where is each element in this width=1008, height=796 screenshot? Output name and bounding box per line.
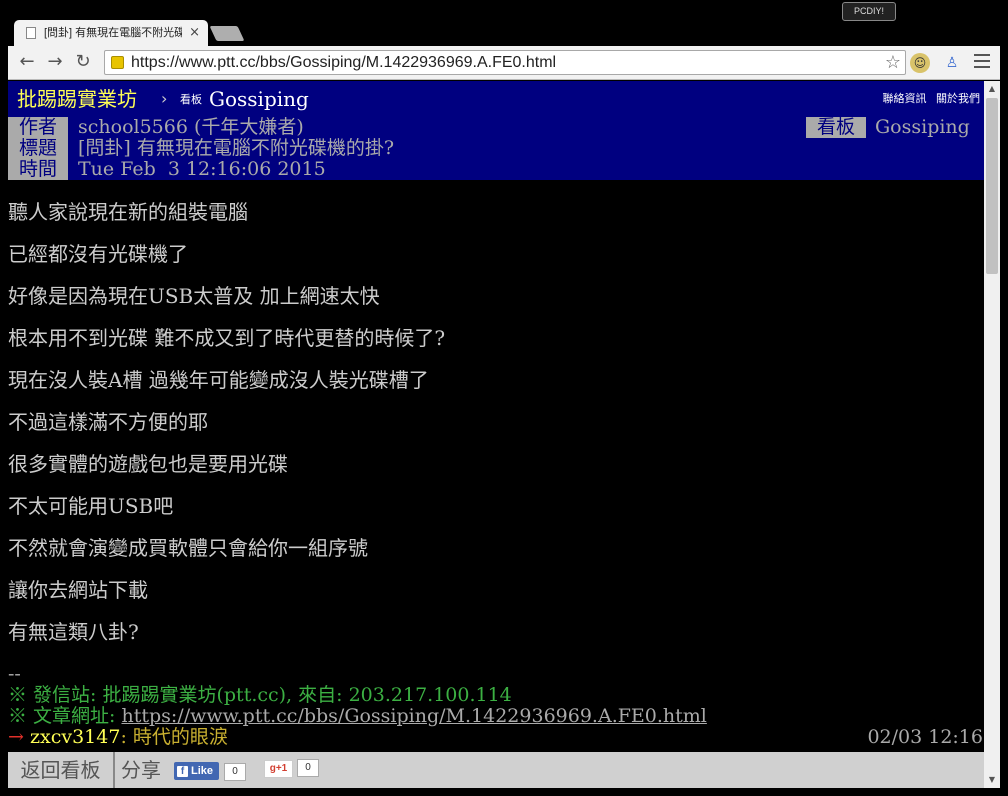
body-line: 現在沒人裝A槽 過幾年可能變成沒人裝光碟槽了 — [8, 368, 429, 392]
meta-title-tag: 標題 — [8, 138, 68, 159]
tab-title: [問卦] 有無現在電腦不附光碟機的掛? — [44, 27, 182, 39]
address-bar[interactable]: https://www.ptt.cc/bbs/Gossiping/M.14229… — [104, 50, 906, 75]
facebook-like-button[interactable]: f Like — [174, 762, 219, 780]
top-links: 聯絡資訊 關於我們 — [877, 91, 981, 107]
push-content: : 時代的眼淚 — [120, 726, 228, 748]
bookmark-star-icon[interactable]: ☆ — [885, 51, 901, 74]
body-line: 好像是因為現在USB太普及 加上網速太快 — [8, 284, 380, 308]
about-link[interactable]: 關於我們 — [936, 92, 980, 105]
back-arrow-icon[interactable]: ← — [16, 51, 38, 73]
push-arrow-icon: → — [8, 726, 24, 748]
tab-close-icon[interactable]: × — [189, 25, 200, 41]
body-line: 根本用不到光碟 難不成又到了時代更替的時候了? — [8, 326, 446, 350]
body-line: 聽人家說現在新的組裝電腦 — [8, 200, 248, 224]
forward-arrow-icon[interactable]: → — [44, 51, 66, 73]
meta-author-tag: 作者 — [8, 117, 68, 138]
scrollbar-thumb[interactable] — [986, 98, 998, 274]
meta-time: Tue Feb 3 12:16:06 2015 — [78, 158, 326, 180]
body-line: 不太可能用USB吧 — [8, 494, 174, 518]
contact-link[interactable]: 聯絡資訊 — [883, 92, 927, 105]
body-line: 不過這樣滿不方便的耶 — [8, 410, 208, 434]
browser-tab[interactable]: [問卦] 有無現在電腦不附光碟機的掛? × — [14, 20, 208, 46]
push-time: 02/03 12:16 — [867, 726, 983, 748]
breadcrumb-board-label: 看板 — [180, 93, 202, 106]
meta-time-tag: 時間 — [8, 159, 68, 180]
breadcrumb-separator: › — [161, 89, 168, 108]
extension-person-icon[interactable]: ♙ — [942, 53, 962, 73]
meta-board-tag: 看板 — [806, 117, 866, 138]
extension-face-icon[interactable]: ☺ — [910, 53, 930, 73]
facebook-like-label: Like — [191, 765, 214, 777]
body-line: 很多實體的遊戲包也是要用光碟 — [8, 452, 288, 476]
menu-icon[interactable] — [974, 54, 990, 68]
address-url[interactable]: https://www.ptt.cc/bbs/Gossiping/M.14229… — [131, 51, 556, 74]
meta-author: school5566 (千年大嫌者) — [78, 116, 304, 138]
google-plus-count: 0 — [297, 759, 319, 777]
signature-url-row: ※ 文章網址: https://www.ptt.cc/bbs/Gossiping… — [8, 706, 707, 727]
signature-dashes: -- — [8, 663, 21, 685]
site-brand[interactable]: 批踢踢實業坊 — [17, 85, 137, 113]
signature-url-label: ※ 文章網址: — [8, 705, 122, 727]
share-label: 分享 — [121, 758, 161, 782]
page-icon — [26, 27, 36, 39]
google-plus-button[interactable]: g+1 — [264, 760, 293, 778]
bottom-bar: 返回看板 分享 f Like 0 g+1 0 — [8, 752, 984, 788]
signature-origin: ※ 發信站: 批踢踢實業坊(ptt.cc), 來自: 203.217.100.1… — [8, 684, 512, 706]
facebook-icon: f — [177, 766, 188, 777]
meta-author-row: 作者 school5566 (千年大嫌者) 看板 Gossiping — [8, 117, 984, 138]
article-url-link[interactable]: https://www.ptt.cc/bbs/Gossiping/M.14229… — [121, 705, 706, 727]
push-row: → zxcv3147: 時代的眼淚 02/03 12:16 — [8, 727, 984, 748]
scroll-down-icon[interactable]: ▼ — [984, 772, 1000, 788]
meta-board: Gossiping — [875, 116, 970, 138]
reload-icon[interactable]: ↻ — [72, 51, 94, 73]
window-titlebar: PCDIY! [問卦] 有無現在電腦不附光碟機的掛? × — [0, 0, 1008, 46]
back-to-board-button[interactable]: 返回看板 — [8, 752, 115, 788]
push-user: zxcv3147 — [29, 726, 121, 748]
facebook-like-count: 0 — [224, 763, 246, 781]
breadcrumb-board[interactable]: Gossiping — [209, 85, 309, 113]
meta-title: [問卦] 有無現在電腦不附光碟機的掛? — [78, 137, 395, 159]
browser-toolbar: ← → ↻ https://www.ptt.cc/bbs/Gossiping/M… — [8, 46, 1000, 80]
ptt-header: 批踢踢實業坊 › 看板 Gossiping 聯絡資訊 關於我們 — [8, 81, 984, 117]
security-warning-icon[interactable] — [111, 56, 124, 69]
scroll-up-icon[interactable]: ▲ — [984, 81, 1000, 97]
new-tab-button[interactable] — [209, 26, 245, 41]
meta-title-row: 標題 [問卦] 有無現在電腦不附光碟機的掛? — [8, 138, 984, 159]
body-line: 已經都沒有光碟機了 — [8, 242, 188, 266]
window-frame-bottom — [0, 788, 1008, 796]
page-viewport: 批踢踢實業坊 › 看板 Gossiping 聯絡資訊 關於我們 作者 schoo… — [8, 81, 984, 788]
meta-time-row: 時間 Tue Feb 3 12:16:06 2015 — [8, 159, 984, 180]
pcdiy-badge[interactable]: PCDIY! — [842, 2, 896, 21]
body-line: 有無這類八卦? — [8, 620, 139, 644]
vertical-scrollbar[interactable]: ▲ ▼ — [984, 81, 1000, 788]
body-line: 讓你去網站下載 — [8, 578, 148, 602]
body-line: 不然就會演變成買軟體只會給你一組序號 — [8, 536, 368, 560]
